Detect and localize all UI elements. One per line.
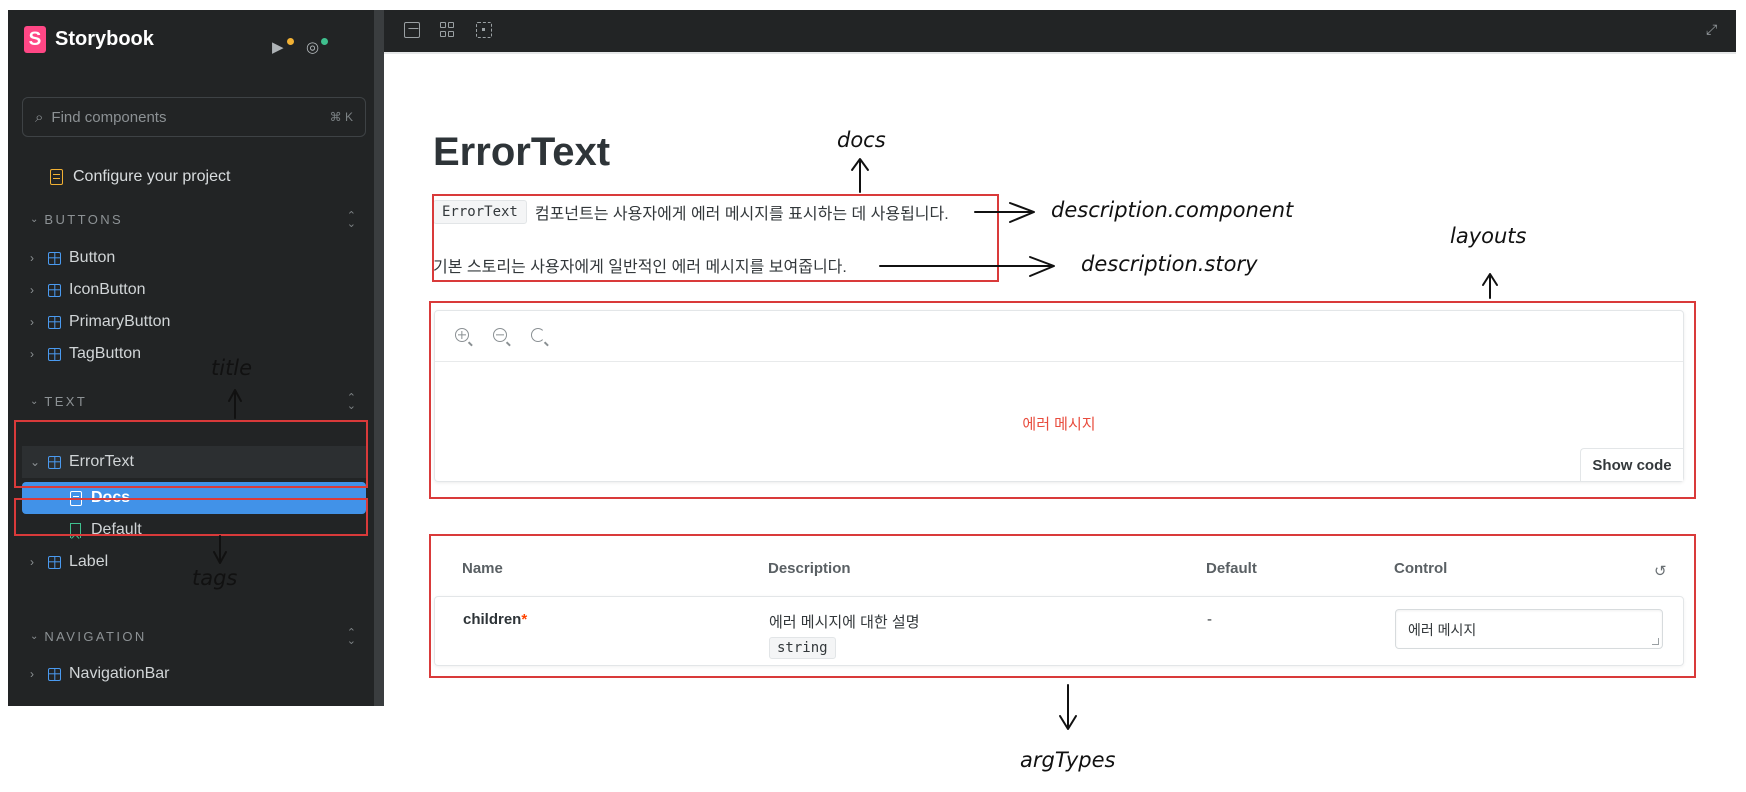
annotation-argtypes: argTypes [1020, 748, 1116, 772]
annotation-description-story: description.story [1081, 252, 1258, 276]
annotation-docs: docs [837, 128, 886, 152]
annotation-description-component: description.component [1051, 198, 1294, 222]
annotation-title: title [211, 356, 253, 380]
annotation-tags: tags [192, 566, 238, 590]
annotation-layouts: layouts [1450, 224, 1527, 248]
annotation-arrows [213, 158, 1498, 730]
